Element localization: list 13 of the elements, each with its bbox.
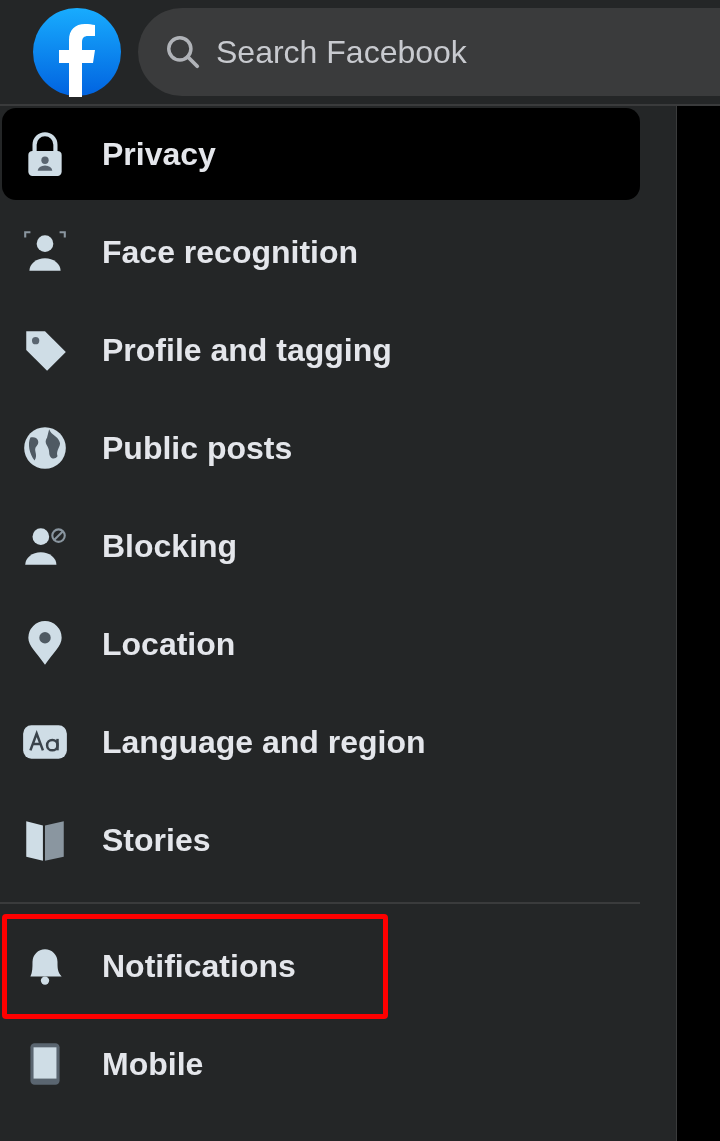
menu-item[interactable]: Face recognition	[2, 206, 640, 298]
menu-item[interactable]: Location	[2, 598, 640, 690]
menu-item[interactable]: Stories	[2, 794, 640, 886]
menu-item[interactable]: Blocking	[2, 500, 640, 592]
menu-item[interactable]: Language and region	[2, 696, 640, 788]
menu-item[interactable]: Privacy	[2, 108, 640, 200]
logo-icon[interactable]	[32, 7, 122, 97]
menu-item[interactable]: Notifications	[2, 920, 640, 1012]
search-icon	[164, 33, 202, 71]
menu-item[interactable]: Public posts	[2, 402, 640, 494]
menu-item[interactable]: Profile and tagging	[2, 304, 640, 396]
menu-item[interactable]: Mobile	[2, 1018, 640, 1110]
search-field[interactable]: Search Facebook	[138, 8, 720, 96]
